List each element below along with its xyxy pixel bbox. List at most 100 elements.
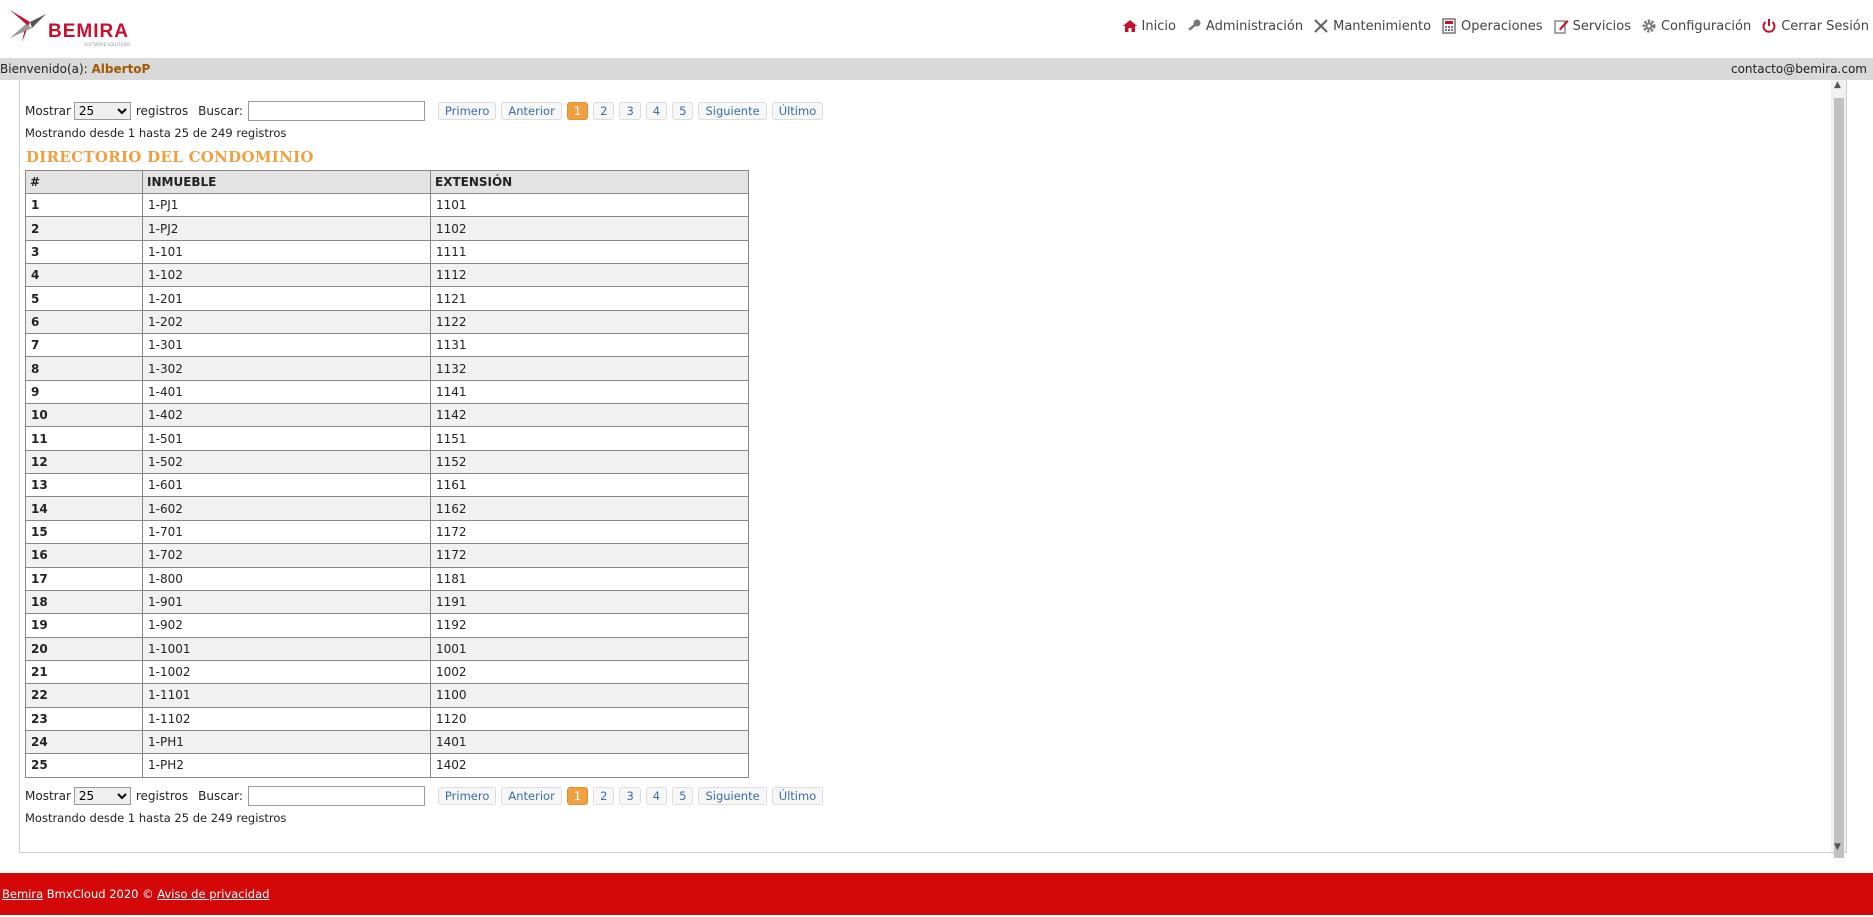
cell-extension: 1191 xyxy=(430,589,749,615)
table-row: 22 1-1101 1100 xyxy=(25,683,749,708)
cell-extension: 1121 xyxy=(430,286,749,311)
cell-number: 15 xyxy=(25,519,143,545)
page-button-4[interactable]: 4 xyxy=(645,787,668,805)
cell-extension: 1112 xyxy=(430,263,749,288)
welcome-text: Bienvenido(a): AlbertoP xyxy=(0,62,150,76)
table-row: 9 1-401 1141 xyxy=(25,379,749,405)
prev-page-button[interactable]: Anterior xyxy=(501,102,562,120)
nav-label: Inicio xyxy=(1141,18,1176,34)
column-header-extension[interactable]: EXTENSIÓN xyxy=(430,170,749,194)
footer: Bemira BmxCloud 2020 © Aviso de privacid… xyxy=(0,873,1873,915)
cell-inmueble: 1-502 xyxy=(142,449,431,475)
cell-extension: 1401 xyxy=(430,729,749,755)
cell-inmueble: 1-102 xyxy=(142,263,431,288)
main-nav: Inicio Administración Mantenimiento Oper… xyxy=(1112,18,1869,34)
cell-number: 14 xyxy=(25,496,143,521)
last-page-button[interactable]: Último xyxy=(771,102,824,120)
nav-cerrar-sesion[interactable]: Cerrar Sesión xyxy=(1761,18,1869,34)
cell-inmueble: 1-601 xyxy=(142,473,431,498)
cell-extension: 1152 xyxy=(430,449,749,475)
nav-inicio[interactable]: Inicio xyxy=(1122,18,1176,34)
records-label: registros xyxy=(135,789,189,803)
cell-number: 6 xyxy=(25,309,143,335)
cell-number: 25 xyxy=(25,753,143,778)
nav-label: Operaciones xyxy=(1461,18,1543,34)
tools-icon xyxy=(1313,18,1329,34)
cell-number: 20 xyxy=(25,636,143,661)
page-button-4[interactable]: 4 xyxy=(645,102,668,120)
prev-page-button[interactable]: Anterior xyxy=(501,787,562,805)
cell-number: 23 xyxy=(25,706,143,731)
page-size-select-bottom[interactable]: 25 xyxy=(73,787,131,805)
cell-inmueble: 1-800 xyxy=(142,566,431,591)
page-size-select[interactable]: 25 xyxy=(73,102,131,120)
page-button-5[interactable]: 5 xyxy=(672,102,694,120)
cell-number: 10 xyxy=(25,403,143,428)
records-info-bottom: Mostrando desde 1 hasta 25 de 249 regist… xyxy=(25,811,287,825)
vertical-scrollbar[interactable]: ▲ ▼ xyxy=(1831,80,1846,858)
directory-table: # INMUEBLE EXTENSIÓN 1 1-PJ1 1101 2 1-PJ2 110… xyxy=(25,170,749,778)
table-row: 1 1-PJ1 1101 xyxy=(25,192,749,218)
cell-number: 5 xyxy=(25,286,143,311)
cell-number: 16 xyxy=(25,543,143,568)
cell-number: 24 xyxy=(25,729,143,755)
scroll-thumb[interactable] xyxy=(1834,98,1844,858)
table-row: 4 1-102 1112 xyxy=(25,263,749,288)
power-icon xyxy=(1761,18,1777,34)
scroll-up-icon[interactable]: ▲ xyxy=(1834,80,1841,90)
pagination-bottom: Primero Anterior 1 2 3 4 5 Siguiente Últ… xyxy=(437,787,828,805)
first-page-button[interactable]: Primero xyxy=(437,787,497,805)
page-button-3[interactable]: 3 xyxy=(619,787,641,805)
page-button-1[interactable]: 1 xyxy=(566,787,589,805)
page-button-5[interactable]: 5 xyxy=(672,787,694,805)
cell-extension: 1131 xyxy=(430,333,749,358)
cell-inmueble: 1-701 xyxy=(142,519,431,545)
cell-extension: 1162 xyxy=(430,496,749,521)
cell-extension: 1142 xyxy=(430,403,749,428)
table-controls-bottom: Mostrar 25 registros Buscar: Primero Ant… xyxy=(25,786,828,806)
last-page-button[interactable]: Último xyxy=(771,787,824,805)
privacy-link[interactable]: Aviso de privacidad xyxy=(157,887,269,901)
cell-extension: 1101 xyxy=(430,192,749,218)
cell-inmueble: 1-201 xyxy=(142,286,431,311)
next-page-button[interactable]: Siguiente xyxy=(698,787,767,805)
nav-mantenimiento[interactable]: Mantenimiento xyxy=(1313,18,1431,34)
brand-link[interactable]: Bemira xyxy=(2,887,43,901)
nav-configuracion[interactable]: Configuración xyxy=(1641,18,1751,34)
next-page-button[interactable]: Siguiente xyxy=(698,102,767,120)
bemira-logo[interactable]: BEMIRA SOFTWARE SOLUTIONS xyxy=(8,8,133,47)
first-page-button[interactable]: Primero xyxy=(437,102,497,120)
page-button-2[interactable]: 2 xyxy=(593,102,615,120)
table-row: 21 1-1002 1002 xyxy=(25,659,749,685)
nav-operaciones[interactable]: Operaciones xyxy=(1441,18,1543,34)
page-button-3[interactable]: 3 xyxy=(619,102,641,120)
page-button-2[interactable]: 2 xyxy=(593,787,615,805)
cell-number: 22 xyxy=(25,683,143,708)
cell-inmueble: 1-1102 xyxy=(142,706,431,731)
search-input-bottom[interactable] xyxy=(247,786,425,806)
table-header-row: # INMUEBLE EXTENSIÓN xyxy=(25,170,749,194)
page-title: DIRECTORIO DEL CONDOMINIO xyxy=(26,148,314,166)
nav-label: Mantenimiento xyxy=(1333,18,1432,34)
scroll-down-icon[interactable]: ▼ xyxy=(1834,842,1841,852)
table-row: 18 1-901 1191 xyxy=(25,589,749,615)
cell-extension: 1120 xyxy=(430,706,749,731)
logo-subtitle: SOFTWARE SOLUTIONS xyxy=(84,42,131,47)
nav-administracion[interactable]: Administración xyxy=(1186,18,1303,34)
table-row: 2 1-PJ2 1102 xyxy=(25,216,749,241)
cell-extension: 1001 xyxy=(430,636,749,661)
nav-label: Cerrar Sesión xyxy=(1781,18,1869,34)
cell-extension: 1111 xyxy=(430,239,749,265)
column-header-inmueble[interactable]: INMUEBLE xyxy=(142,170,431,194)
cell-inmueble: 1-402 xyxy=(142,403,431,428)
page-button-1[interactable]: 1 xyxy=(566,102,589,120)
cell-inmueble: 1-702 xyxy=(142,543,431,568)
show-label: Mostrar xyxy=(25,789,71,803)
logo-star-icon xyxy=(10,10,46,42)
cell-inmueble: 1-401 xyxy=(142,379,431,405)
cell-inmueble: 1-302 xyxy=(142,356,431,381)
column-header-number[interactable]: # xyxy=(25,170,143,194)
nav-servicios[interactable]: Servicios xyxy=(1553,18,1631,34)
table-body: 1 1-PJ1 1101 2 1-PJ2 1102 3 1-101 1111 4 1-102 1112… xyxy=(25,192,749,778)
search-input[interactable] xyxy=(247,101,425,121)
